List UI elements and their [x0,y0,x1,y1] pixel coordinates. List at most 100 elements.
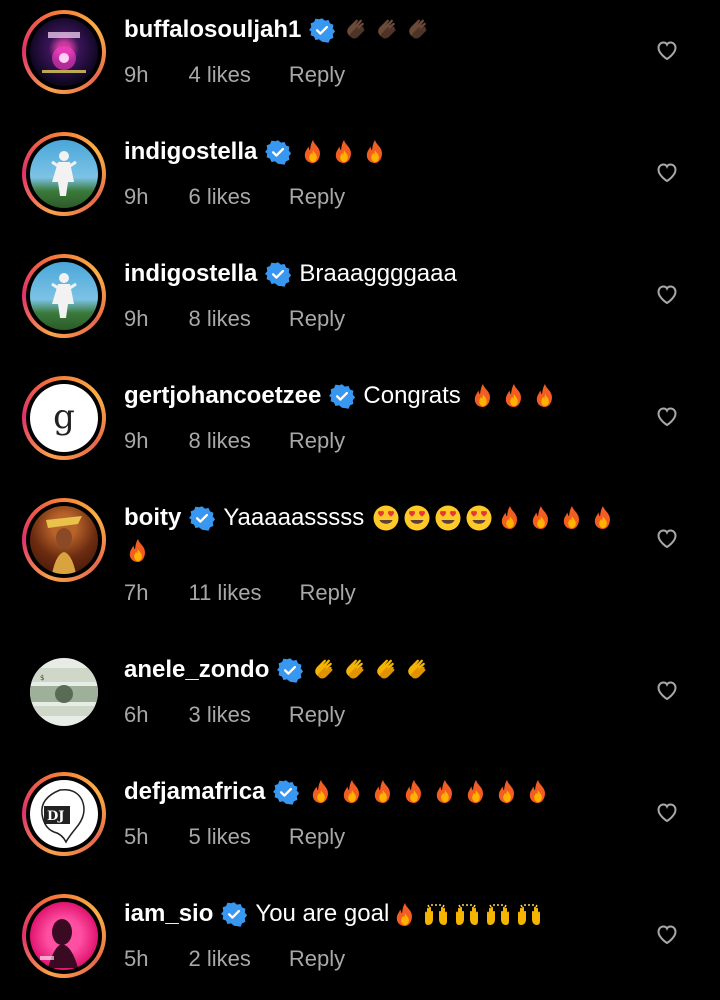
avatar[interactable] [22,894,106,978]
heart-eyes-icon [465,504,493,532]
username[interactable]: indigostella [124,138,257,166]
username[interactable]: defjamafrica [124,778,265,806]
fire-icon [469,382,497,410]
avatar[interactable] [22,132,106,216]
raised-hands-icon [515,901,543,929]
avatar[interactable] [22,498,106,582]
avatar-image: DJ [30,780,98,848]
avatar[interactable]: DJ [22,772,106,856]
comment-time: 9h [124,428,149,453]
avatar[interactable] [22,254,106,338]
comment-emojis-continued [124,536,155,565]
clap-icon [373,656,401,684]
clap-icon [311,656,339,684]
heart-outline-icon[interactable] [655,38,679,62]
clap-icon [405,16,433,44]
svg-text:DJ: DJ [47,809,64,824]
fire-icon [400,778,428,806]
portrait-graphic [40,919,78,968]
username[interactable]: boity [124,504,181,532]
comment-time: 9h [124,62,149,87]
album-art-graphic [42,32,86,73]
heart-eyes-icon [434,504,462,532]
avatar[interactable]: $ [22,650,106,734]
avatar-image [30,262,98,330]
raised-hands-icon [453,901,481,929]
username[interactable]: indigostella [124,260,257,288]
fire-icon [527,504,555,532]
heart-eyes-icon [372,504,400,532]
avatar-image [30,506,98,574]
raised-hands-icon [484,901,512,929]
likes-count[interactable]: 8 likes [188,428,250,454]
heart-outline-icon[interactable] [655,282,679,306]
comment-text: Braaaggggaaa [299,260,457,287]
avatar-image [30,18,98,86]
reply-button[interactable]: Reply [289,62,345,88]
fire-icon [462,778,490,806]
reply-button[interactable]: Reply [289,946,345,972]
fire-icon [493,778,521,806]
fire-icon [524,778,552,806]
heart-outline-icon[interactable] [655,526,679,550]
figure-graphic [51,151,77,196]
verified-badge-icon [277,657,303,683]
reply-button[interactable]: Reply [289,824,345,850]
heart-eyes-icon [403,504,431,532]
username[interactable]: buffalosouljah1 [124,16,301,44]
avatar[interactable] [22,10,106,94]
svg-text:$: $ [40,674,44,682]
comment-text: You are goal [255,900,390,928]
username[interactable]: gertjohancoetzee [124,382,321,410]
heart-outline-icon[interactable] [655,800,679,824]
avatar-image [30,902,98,970]
comment-emojis [469,382,562,410]
reply-button[interactable]: Reply [289,306,345,332]
clap-icon [404,656,432,684]
svg-text:g: g [53,397,75,437]
likes-count[interactable]: 4 likes [188,62,250,88]
banknote-graphic: $ [30,668,98,716]
clap-icon [342,656,370,684]
figure-graphic [51,273,77,318]
comment-time: 5h [124,946,149,971]
avatar-image: g [30,384,98,452]
heart-outline-icon[interactable] [655,678,679,702]
likes-count[interactable]: 8 likes [188,306,250,332]
verified-badge-icon [221,901,247,927]
likes-count[interactable]: 5 likes [188,824,250,850]
fire-icon [391,901,419,929]
reply-button[interactable]: Reply [289,184,345,210]
likes-count[interactable]: 3 likes [188,702,250,728]
fire-icon [589,504,617,532]
letter-g-logo: g [53,397,75,437]
likes-count[interactable]: 6 likes [188,184,250,210]
verified-badge-icon [265,261,291,287]
heart-outline-icon[interactable] [655,160,679,184]
fire-icon [299,138,327,166]
verified-badge-icon [265,139,291,165]
fire-icon [361,138,389,166]
comment-emojis [299,138,392,166]
reply-button[interactable]: Reply [289,428,345,454]
def-jam-logo: DJ [41,788,85,844]
comment-emojis [311,656,435,684]
likes-count[interactable]: 2 likes [188,946,250,972]
likes-count[interactable]: 11 likes [188,580,261,606]
portrait-graphic [46,516,82,574]
comment-time: 7h [124,580,149,605]
comment-text: Yaaaaasssss [223,504,365,532]
fire-icon [431,778,459,806]
username[interactable]: anele_zondo [124,656,269,684]
comment-time: 5h [124,824,149,849]
verified-badge-icon [309,17,335,43]
reply-button[interactable]: Reply [289,702,345,728]
clap-icon [343,16,371,44]
username[interactable]: iam_sio [124,900,213,928]
heart-outline-icon[interactable] [655,404,679,428]
avatar[interactable]: g [22,376,106,460]
fire-icon [369,778,397,806]
reply-button[interactable]: Reply [299,580,355,606]
fire-icon [496,504,524,532]
heart-outline-icon[interactable] [655,922,679,946]
